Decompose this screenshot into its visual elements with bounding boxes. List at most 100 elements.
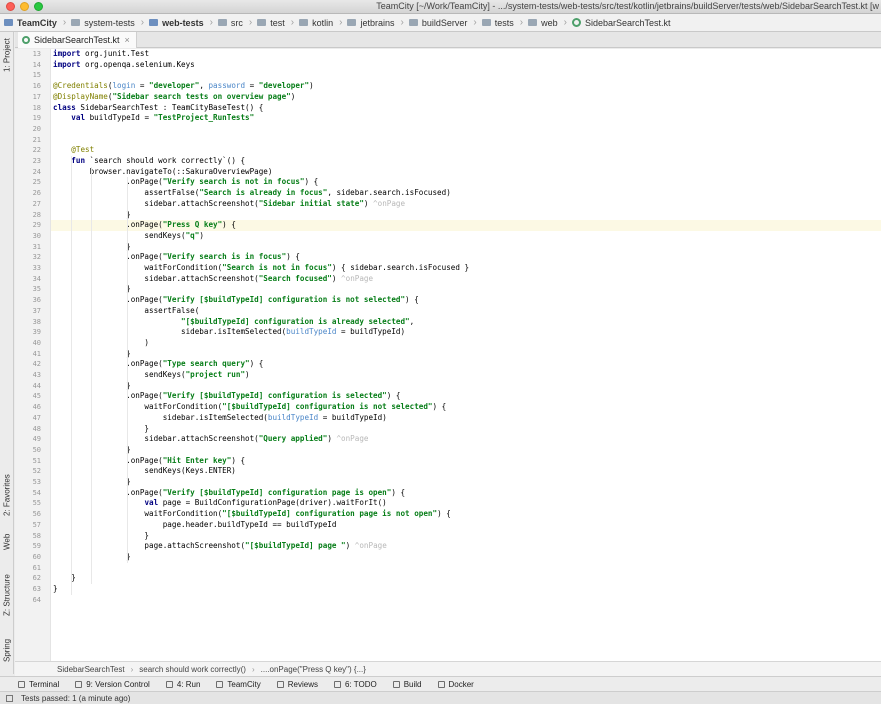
- code-line[interactable]: 13 import org.junit.Test: [33, 49, 881, 60]
- code-line[interactable]: 22 @Test: [33, 145, 881, 156]
- nav-crumb[interactable]: buildServer: [408, 18, 467, 28]
- code-line[interactable]: 57 page.header.buildTypeId == buildTypeI…: [33, 520, 881, 531]
- favorites-tool-tab[interactable]: 2: Favorites: [0, 470, 14, 520]
- nav-crumb[interactable]: tests: [481, 18, 514, 28]
- code-line[interactable]: 26 assertFalse("Search is already in foc…: [33, 188, 881, 199]
- close-tab-icon[interactable]: ×: [125, 35, 130, 45]
- code-breadcrumb-item[interactable]: SidebarSearchTest: [57, 665, 125, 674]
- tool-window-label: Build: [403, 679, 422, 689]
- spring-tool-tab[interactable]: Spring: [0, 632, 14, 668]
- code-line[interactable]: 49 sidebar.attachScreenshot("Query appli…: [33, 434, 881, 445]
- code-text: @DisplayName("Sidebar search tests on ov…: [53, 91, 296, 101]
- code-line[interactable]: 48 }: [33, 424, 881, 435]
- code-line[interactable]: 56 waitForCondition("[$buildTypeId] conf…: [33, 509, 881, 520]
- line-number: 49: [32, 435, 41, 444]
- line-number: 50: [32, 445, 41, 454]
- tool-window-button[interactable]: 9: Version Control: [75, 680, 150, 689]
- code-line[interactable]: 58 }: [33, 531, 881, 542]
- code-line[interactable]: 43 sendKeys("project run"): [33, 370, 881, 381]
- code-line[interactable]: 25 .onPage("Verify search is not in focu…: [33, 177, 881, 188]
- code-line[interactable]: 64: [33, 595, 881, 606]
- code-line[interactable]: 36 .onPage("Verify [$buildTypeId] config…: [33, 295, 881, 306]
- code-line[interactable]: 63}: [33, 584, 881, 595]
- line-number: 22: [32, 146, 41, 155]
- code-line[interactable]: 18 class SidebarSearchTest : TeamCityBase…: [33, 103, 881, 114]
- reviews-icon: [276, 680, 284, 688]
- editor-tab-sidebarsearchtest[interactable]: SidebarSearchTest.kt ×: [18, 32, 137, 48]
- nav-crumb[interactable]: src: [217, 18, 243, 28]
- code-line[interactable]: 19 val buildTypeId = "TestProject_RunTes…: [33, 113, 881, 124]
- code-line[interactable]: 31 }: [33, 242, 881, 253]
- nav-crumb[interactable]: kotlin: [299, 18, 333, 28]
- nav-crumb[interactable]: web-tests: [149, 18, 204, 28]
- code-line[interactable]: 15: [33, 70, 881, 81]
- code-line[interactable]: 51 .onPage("Hit Enter key") {: [33, 456, 881, 467]
- project-tool-tab[interactable]: 1: Project: [0, 36, 14, 74]
- line-number: 24: [32, 167, 41, 176]
- code-line[interactable]: 50 }: [33, 445, 881, 456]
- code-line[interactable]: 42 .onPage("Type search query") {: [33, 359, 881, 370]
- code-line[interactable]: 20: [33, 124, 881, 135]
- chevron-right-icon: ›: [400, 17, 404, 28]
- code-area[interactable]: 13 import org.junit.Test 14 import org.open…: [33, 49, 881, 661]
- code-line[interactable]: 32 .onPage("Verify search is in focus") …: [33, 252, 881, 263]
- tool-window-button[interactable]: Docker: [437, 680, 474, 689]
- nav-crumb[interactable]: SidebarSearchTest.kt: [571, 18, 671, 28]
- code-text: sidebar.isItemSelected(buildTypeId = bui…: [53, 412, 387, 422]
- status-toggle-icon[interactable]: [6, 694, 13, 702]
- web-tool-tab[interactable]: Web: [0, 526, 14, 558]
- line-number: 47: [32, 413, 41, 422]
- code-line[interactable]: 38 "[$buildTypeId] configuration is alre…: [33, 317, 881, 328]
- code-line[interactable]: 62 }: [33, 573, 881, 584]
- code-line[interactable]: 33 waitForCondition("Search is not in fo…: [33, 263, 881, 274]
- line-number: 48: [32, 424, 41, 433]
- code-line[interactable]: 52 sendKeys(Keys.ENTER): [33, 466, 881, 477]
- code-line[interactable]: 24 browser.navigateTo(::SakuraOverviewPa…: [33, 166, 881, 178]
- folder-icon: [528, 19, 538, 26]
- title-bar: TeamCity [~/Work/TeamCity] - .../system-…: [0, 0, 881, 14]
- code-line[interactable]: 55 val page = BuildConfigurationPage(dri…: [33, 498, 881, 509]
- code-line[interactable]: 54 .onPage("Verify [$buildTypeId] config…: [33, 488, 881, 499]
- code-breadcrumb-item[interactable]: search should work correctly(): [139, 665, 246, 674]
- code-line[interactable]: 28 }: [33, 210, 881, 221]
- code-text: browser.navigateTo(::SakuraOverviewPage): [53, 166, 273, 176]
- tool-window-button[interactable]: TeamCity: [216, 680, 261, 689]
- code-line[interactable]: 46 waitForCondition("[$buildTypeId] conf…: [33, 402, 881, 413]
- code-line[interactable]: 34 sidebar.attachScreenshot("Search focu…: [33, 274, 881, 285]
- tool-window-button[interactable]: 4: Run: [165, 680, 200, 689]
- nav-crumb[interactable]: system-tests: [71, 18, 135, 28]
- code-line[interactable]: 61: [33, 563, 881, 574]
- code-line[interactable]: 23 fun `search should work correctly`() …: [33, 156, 881, 167]
- code-line[interactable]: 53 }: [33, 477, 881, 488]
- code-line[interactable]: 45 .onPage("Verify [$buildTypeId] config…: [33, 391, 881, 402]
- code-line[interactable]: 16 @Credentials(login = "developer", pass…: [33, 81, 881, 92]
- code-editor[interactable]: 13 import org.junit.Test 14 import org.open…: [15, 49, 881, 661]
- code-line[interactable]: 21: [33, 135, 881, 146]
- tool-window-button[interactable]: Build: [392, 679, 422, 689]
- code-line[interactable]: 17 @DisplayName("Sidebar search tests on …: [33, 91, 881, 103]
- code-line[interactable]: 14 import org.openqa.selenium.Keys: [33, 60, 881, 71]
- code-line[interactable]: 39 sidebar.isItemSelected(buildTypeId = …: [33, 327, 881, 338]
- code-line[interactable]: 47 sidebar.isItemSelected(buildTypeId = …: [33, 412, 881, 424]
- nav-crumb[interactable]: jetbrains: [347, 18, 395, 28]
- code-line[interactable]: 59 page.attachScreenshot("[$buildTypeId]…: [33, 541, 881, 552]
- code-line[interactable]: 27 sidebar.attachScreenshot("Sidebar ini…: [33, 199, 881, 210]
- code-line[interactable]: 40 ): [33, 338, 881, 349]
- tool-window-button[interactable]: Terminal: [18, 680, 59, 689]
- code-line[interactable]: 44 }: [33, 381, 881, 392]
- code-line[interactable]: 35 }: [33, 284, 881, 295]
- code-line[interactable]: 37 assertFalse(: [33, 306, 881, 317]
- tool-window-button[interactable]: 6: TODO: [333, 680, 377, 689]
- code-line[interactable]: 29 .onPage("Press Q key") {: [33, 220, 881, 231]
- nav-crumb[interactable]: web: [528, 18, 558, 28]
- structure-tool-tab[interactable]: Z: Structure: [0, 567, 14, 623]
- code-line[interactable]: 60 }: [33, 552, 881, 563]
- code-breadcrumb-item[interactable]: ....onPage("Press Q key") {...}: [261, 665, 366, 674]
- code-line[interactable]: 41 }: [33, 349, 881, 360]
- chevron-right-icon: ›: [563, 17, 567, 28]
- nav-crumb[interactable]: TeamCity: [4, 18, 57, 28]
- line-number: 62: [32, 574, 41, 583]
- nav-crumb[interactable]: test: [257, 18, 285, 28]
- tool-window-button[interactable]: Reviews: [276, 680, 318, 689]
- code-line[interactable]: 30 sendKeys("q"): [33, 231, 881, 242]
